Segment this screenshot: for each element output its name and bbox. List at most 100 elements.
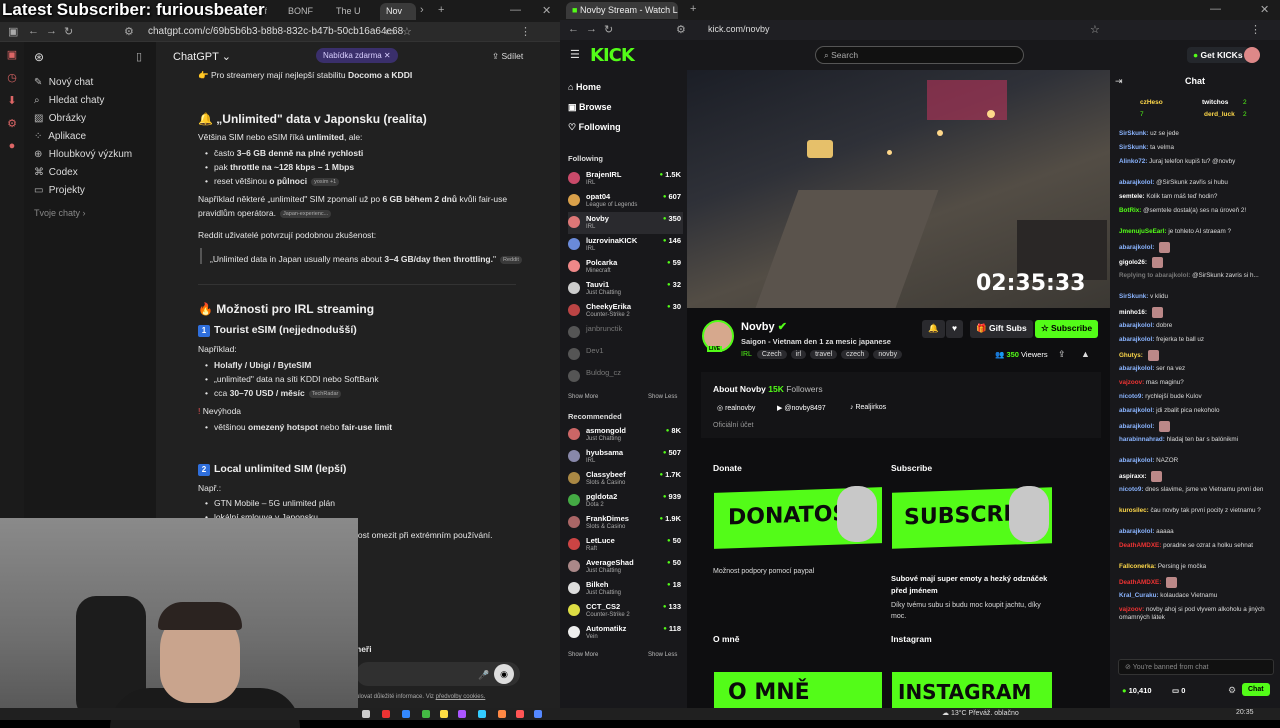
taskbar-app-icon[interactable] (382, 710, 390, 718)
show-less-recommended[interactable]: Show Less (648, 652, 677, 658)
chat-message[interactable]: DeathAMDXE: poradne se ozrat a holku seh… (1119, 542, 1277, 550)
close-sidebar-icon[interactable]: ▯ (136, 50, 142, 63)
chat-username[interactable]: abarajkolol: (1119, 528, 1154, 535)
tab-item[interactable]: The U (330, 3, 374, 20)
share-icon[interactable]: ⇪ (1058, 349, 1066, 360)
chat-username[interactable]: Replying to abarajkolol: (1119, 272, 1190, 279)
chat-username[interactable]: minho16: (1119, 309, 1147, 316)
chat-username[interactable]: vajzoov: (1119, 606, 1144, 613)
channel-item[interactable]: NovbyIRL 350 (568, 212, 683, 234)
chat-username[interactable]: SirSkunk: (1119, 144, 1148, 151)
chat-message[interactable]: abarajkolol: @SirSkunk zavřis si hubu (1119, 179, 1277, 187)
notifications-bell-icon[interactable]: 🔔 (922, 320, 945, 338)
forward-icon[interactable]: → (46, 25, 57, 37)
channel-item[interactable]: AutomatikzVein 118 (568, 622, 683, 644)
chat-username[interactable]: abarajkolol: (1119, 336, 1154, 343)
taskbar-app-icon[interactable] (440, 710, 448, 718)
channel-item[interactable]: ClassybeefSlots & Casino 1.7K (568, 468, 683, 490)
tag-pill[interactable]: czech (841, 350, 870, 359)
channel-item[interactable]: AverageShadJust Chatting 50 (568, 556, 683, 578)
nav-browse[interactable]: ▣ Browse (568, 102, 612, 113)
weather-widget[interactable]: ☁ 13°C Převáž. oblačno (942, 709, 1019, 717)
chat-message[interactable]: Fallconerka: Persing je močka (1119, 563, 1277, 571)
extensions-icon[interactable]: ⋮ (520, 25, 531, 38)
social-youtube[interactable]: ▶ @novby8497 (777, 404, 826, 412)
chat-message[interactable]: nicoto9: dnes slavime, jsme ve Vietnamu … (1119, 486, 1277, 494)
chat-message[interactable]: vajzoov: mas maginu? (1119, 379, 1277, 387)
chat-username[interactable]: abarajkolol: (1119, 322, 1154, 329)
chat-message[interactable]: abarajkolol: aaaaa (1119, 528, 1277, 536)
chat-message[interactable]: abarajkolol: frejerka te ball uz (1119, 336, 1277, 344)
chat-username[interactable]: vajzoov: (1119, 379, 1144, 386)
channel-item[interactable]: BilkehJust Chatting 18 (568, 578, 683, 600)
windows-start-icon[interactable] (362, 710, 370, 718)
chat-message[interactable]: abarajkolol: dobre (1119, 322, 1277, 330)
chat-input[interactable]: ⊘ You're banned from chat (1118, 659, 1274, 675)
chat-message[interactable]: kurosilec: čau novby tak první pocity z … (1119, 507, 1277, 515)
search-input[interactable]: ⌕ Search (815, 46, 1024, 64)
channel-item[interactable]: CCT_CS2Counter-Strike 2 133 (568, 600, 683, 622)
chat-message[interactable]: Alinko72: Juraj telefon kupiš tu? @novby (1119, 158, 1277, 166)
show-less-following[interactable]: Show Less (648, 394, 677, 400)
chat-message[interactable]: vajzoov: novby ahoj si pod vlyvem alkoho… (1119, 606, 1277, 622)
sidebar-item-apps[interactable]: ⁘ Aplikace (34, 131, 86, 142)
chat-username[interactable]: Alinko72: (1119, 158, 1147, 165)
chat-message[interactable]: BotRix: @semtele dostal(a) ses na úroveň… (1119, 207, 1277, 215)
new-tab-icon[interactable]: + (690, 3, 696, 15)
category-link[interactable]: IRL (741, 351, 752, 358)
clock[interactable]: 20:35 (1236, 709, 1254, 716)
star-icon[interactable]: ☆ (402, 25, 412, 38)
url-field[interactable]: kick.com/novby (708, 24, 770, 34)
chat-username[interactable]: gigolo26: (1119, 259, 1147, 266)
chat-username[interactable]: Kral_Curaku: (1119, 592, 1159, 599)
reload-icon[interactable]: ↻ (64, 25, 73, 38)
settings-icon[interactable]: ⚙ (0, 117, 24, 130)
follow-heart-icon[interactable]: ♥ (946, 320, 964, 338)
download-icon[interactable]: ⬇ (0, 94, 24, 107)
chat-username[interactable]: Fallconerka: (1119, 563, 1156, 570)
tag-pill[interactable]: travel (810, 350, 838, 359)
menu-icon[interactable]: ⋮ (1250, 23, 1261, 36)
nav-home[interactable]: ⌂ Home (568, 82, 601, 92)
report-icon[interactable]: ▲ (1081, 349, 1090, 359)
forward-icon[interactable]: → (586, 23, 597, 35)
channel-item[interactable]: asmongoldJust Chatting 8K (568, 424, 683, 446)
hamburger-icon[interactable]: ☰ (570, 48, 580, 61)
channel-item[interactable]: LetLuceRaft 50 (568, 534, 683, 556)
chat-message[interactable]: SirSkunk: v klidu (1119, 293, 1277, 301)
tag-pill[interactable]: novby (873, 350, 903, 359)
streamer-name[interactable]: Novby (741, 321, 775, 333)
taskbar-app-icon[interactable] (534, 710, 542, 718)
chat-username[interactable]: abarajkolol: (1119, 179, 1154, 186)
tab-item-active[interactable]: Nov (380, 3, 416, 20)
sidebar-item-new-chat[interactable]: ✎ Nový chat (34, 77, 93, 88)
sidebar-item-deep-research[interactable]: ⊕ Hloubkový výzkum (34, 149, 132, 160)
reload-icon[interactable]: ↻ (604, 23, 613, 36)
channel-item[interactable]: janbrunctik (568, 322, 683, 344)
url-field[interactable]: chatgpt.com/c/69b5b6b3-b8b8-832c-b47b-50… (148, 26, 403, 37)
chat-message[interactable]: abarajkolol: jdi zbalit pica nekoholo (1119, 407, 1277, 415)
chat-username[interactable]: semtele: (1119, 193, 1145, 200)
model-selector[interactable]: ChatGPT ⌄ (173, 50, 231, 63)
chat-message[interactable]: Ghutys: (1119, 350, 1277, 361)
sidebar-section-your-chats[interactable]: Tvoje chaty › (34, 208, 86, 218)
video-player[interactable]: 02:35:33 (687, 70, 1110, 308)
taskbar-app-icon[interactable] (458, 710, 466, 718)
gift-subs-button[interactable]: 🎁 Gift Subs (970, 320, 1033, 338)
chat-message[interactable]: Kral_Curaku: kolaudace Vietnamu (1119, 592, 1277, 600)
tag-pill[interactable]: irl (790, 350, 807, 359)
chat-username[interactable]: JmenujuSeEarl: (1119, 228, 1167, 235)
chat-message[interactable]: gigolo26: (1119, 257, 1277, 268)
chat-message[interactable]: abarajkolol: NAZOR (1119, 457, 1277, 465)
tab-item[interactable]: BONF (282, 3, 326, 20)
nav-following[interactable]: ♡ Following (568, 122, 621, 133)
tab-item-active[interactable]: ■ Novby Stream - Watch Live o ✕ (566, 2, 678, 19)
site-info-icon[interactable]: ⚙ (124, 25, 134, 38)
back-icon[interactable]: ← (28, 25, 39, 37)
instagram-panel-image[interactable]: INSTAGRAM (892, 672, 1052, 708)
share-button[interactable]: ⇪ Sdílet (492, 51, 523, 62)
chat-message[interactable]: nicoto9: rychlejší bude Kulov (1119, 393, 1277, 401)
star-icon[interactable]: ☆ (1090, 23, 1100, 36)
chat-message[interactable]: harabinnahrad: hladaj ten bar s balónikm… (1119, 436, 1277, 444)
channel-item[interactable]: FrankDimesSlots & Casino 1.9K (568, 512, 683, 534)
